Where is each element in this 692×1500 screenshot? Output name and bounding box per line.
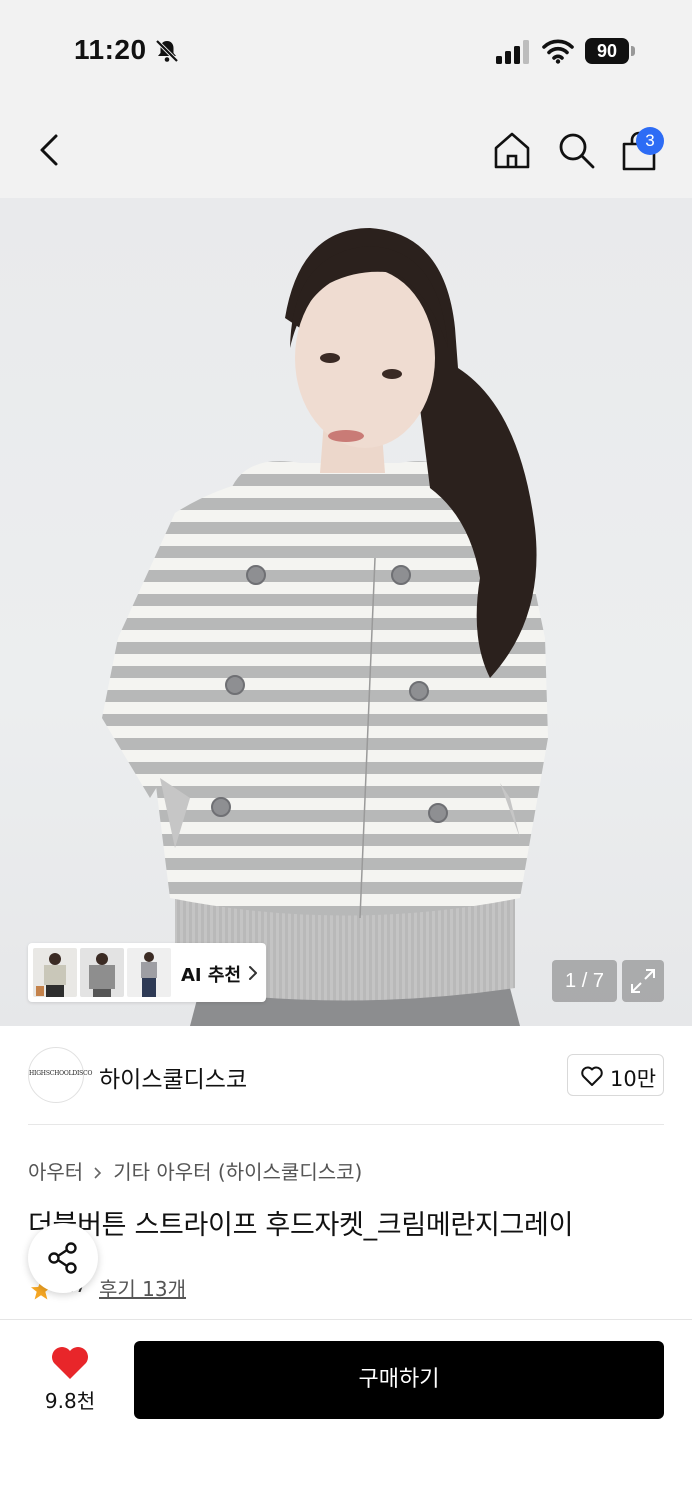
product-photo	[102, 228, 548, 1026]
status-time: 11:20	[74, 34, 147, 65]
battery-icon: 90	[585, 38, 635, 64]
ai-thumb-3	[127, 948, 171, 997]
expand-icon	[631, 969, 655, 993]
share-button[interactable]	[28, 1223, 98, 1293]
buy-button[interactable]: 구매하기	[134, 1341, 664, 1419]
brand-name[interactable]: 하이스쿨디스코	[99, 1060, 247, 1094]
reviews-link[interactable]: 후기 13개	[99, 1273, 186, 1302]
heart-filled-icon[interactable]	[50, 1345, 90, 1381]
status-bar: 11:20 90	[0, 0, 692, 100]
search-icon[interactable]	[556, 130, 596, 170]
ai-thumb-2	[80, 948, 124, 997]
back-arrow-icon[interactable]	[30, 130, 70, 170]
bell-off-icon	[155, 39, 179, 63]
ai-recommend-label: AI 추천	[181, 965, 242, 986]
battery-level: 90	[585, 38, 629, 64]
signal-icon	[496, 40, 529, 64]
brand-logo[interactable]: HIGHSCHOOLDISCO	[28, 1047, 93, 1103]
breadcrumb-sub[interactable]: 기타 아우터 (하이스쿨디스코)	[113, 1160, 362, 1184]
divider	[28, 1124, 664, 1125]
product-title: 더블버튼 스트라이프 후드자켓_크림메란지그레이	[28, 1210, 574, 1241]
cart-count-badge: 3	[636, 127, 664, 155]
wish-count: 9.8천	[44, 1389, 96, 1413]
heart-outline-icon	[581, 1066, 603, 1086]
top-nav-bar	[0, 100, 692, 198]
ai-thumb-1	[33, 948, 77, 997]
share-icon	[48, 1242, 77, 1274]
brand-like-button[interactable]: 10만	[567, 1054, 664, 1096]
image-pager: 1 / 7	[552, 960, 617, 1002]
chevron-right-icon	[249, 966, 257, 980]
product-image-gallery[interactable]	[0, 198, 692, 1026]
brand-like-count: 10만	[610, 1067, 657, 1091]
brand-logo-text: HIGHSCHOOLDISCO	[29, 1070, 93, 1077]
ai-recommend-card[interactable]: AI 추천	[28, 943, 266, 1002]
chevron-right-icon	[94, 1167, 102, 1179]
wifi-icon	[542, 39, 574, 64]
home-icon[interactable]	[492, 130, 532, 170]
expand-image-button[interactable]	[622, 960, 664, 1002]
breadcrumb-main[interactable]: 아우터	[28, 1160, 83, 1184]
breadcrumb: 아우터 기타 아우터 (하이스쿨디스코)	[28, 1156, 362, 1185]
